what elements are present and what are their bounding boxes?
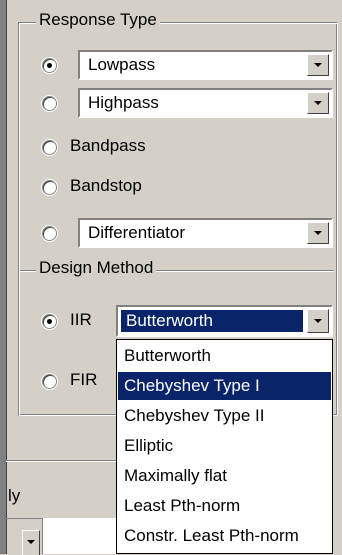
left-panel-edge: [0, 0, 7, 554]
dropdown-option-least-pth-norm[interactable]: Least Pth-norm: [118, 492, 331, 520]
radio-fir[interactable]: [42, 374, 57, 389]
scroll-button[interactable]: [22, 530, 40, 555]
fir-label: FIR: [70, 370, 98, 389]
partial-label: ly: [8, 486, 21, 505]
iir-method-combobox-value: Butterworth: [126, 311, 213, 330]
dropdown-option-chebyshev-type-i[interactable]: Chebyshev Type I: [118, 372, 331, 400]
radio-dot: [47, 63, 52, 68]
dropdown-option-chebyshev-type-ii[interactable]: Chebyshev Type II: [118, 402, 331, 430]
radio-differentiator[interactable]: [42, 226, 57, 241]
bandstop-label: Bandstop: [70, 176, 142, 195]
lowpass-combobox-value: Lowpass: [88, 55, 156, 74]
lowpass-combobox[interactable]: Lowpass: [78, 50, 333, 80]
differentiator-combobox-value: Differentiator: [88, 223, 186, 242]
radio-bandstop[interactable]: [42, 180, 57, 195]
differentiator-combobox[interactable]: Differentiator: [78, 218, 333, 248]
radio-lowpass[interactable]: [42, 58, 57, 73]
chevron-down-icon[interactable]: [307, 54, 329, 76]
list-area[interactable]: [42, 518, 119, 554]
radio-dot: [47, 319, 52, 324]
iir-label: IIR: [70, 310, 92, 329]
chevron-down-icon[interactable]: [307, 92, 329, 114]
radio-bandpass[interactable]: [42, 140, 57, 155]
dropdown-option-butterworth[interactable]: Butterworth: [118, 342, 331, 370]
radio-iir[interactable]: [42, 314, 57, 329]
divider-highlight: [6, 461, 116, 462]
method-dropdown-list[interactable]: Butterworth Chebyshev Type I Chebyshev T…: [116, 339, 333, 554]
highpass-combobox-value: Highpass: [88, 93, 159, 112]
dropdown-option-maximally-flat[interactable]: Maximally flat: [118, 462, 331, 490]
radio-highpass[interactable]: [42, 96, 57, 111]
bandpass-label: Bandpass: [70, 136, 146, 155]
highpass-combobox[interactable]: Highpass: [78, 88, 333, 118]
chevron-down-icon[interactable]: [307, 222, 329, 244]
dropdown-option-constr-least-pth-norm[interactable]: Constr. Least Pth-norm: [118, 522, 331, 550]
response-type-title: Response Type: [36, 10, 160, 30]
chevron-down-icon: [27, 540, 35, 544]
dropdown-option-elliptic[interactable]: Elliptic: [118, 432, 331, 460]
design-method-title: Design Method: [36, 258, 157, 278]
iir-method-combobox[interactable]: Butterworth: [116, 305, 333, 337]
chevron-down-icon[interactable]: [307, 309, 329, 333]
